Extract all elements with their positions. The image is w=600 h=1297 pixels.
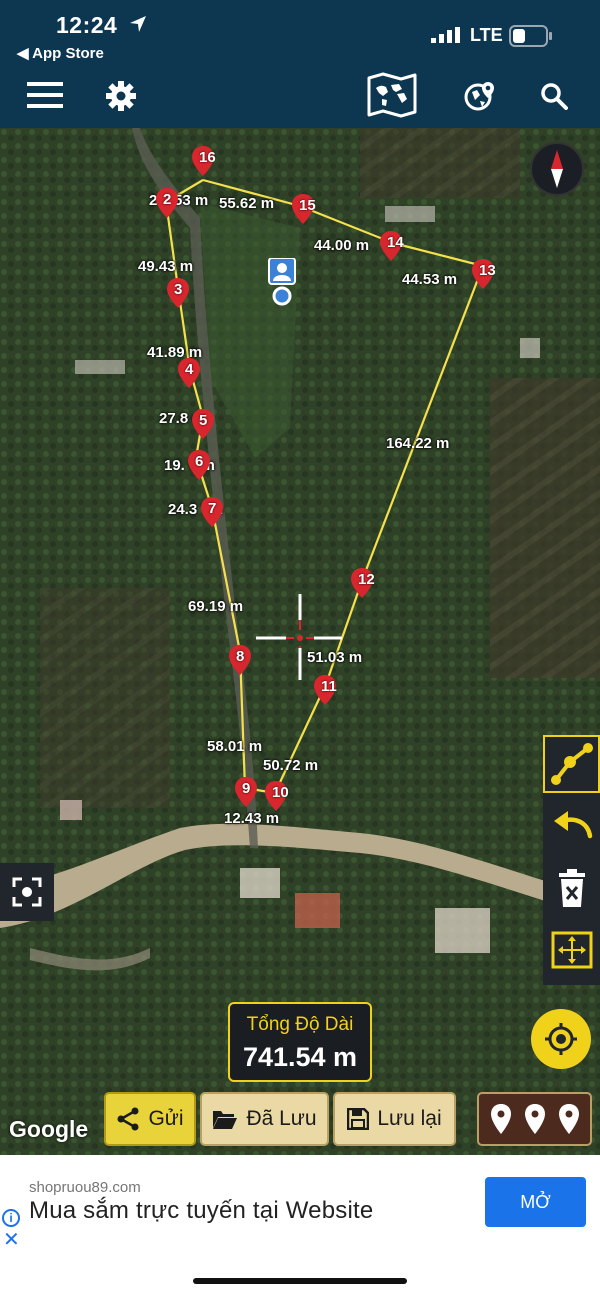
pin-number: 8	[236, 648, 245, 665]
undo-icon[interactable]	[543, 797, 600, 855]
delete-trash-icon[interactable]	[543, 859, 600, 917]
segment-length-label: 164.22 m	[386, 435, 450, 452]
send-label: Gửi	[148, 1107, 184, 1130]
map-marker-pin[interactable]: 9	[235, 777, 257, 807]
back-to-app-store-link[interactable]: ◀ App Store	[17, 44, 104, 62]
battery-icon	[509, 25, 552, 47]
share-icon	[117, 1107, 139, 1131]
home-indicator[interactable]	[193, 1278, 407, 1284]
pin-number: 2	[163, 191, 172, 208]
map-marker-pin[interactable]: 6	[188, 450, 210, 480]
segment-length-label: 44.00 m	[314, 237, 370, 254]
ad-title[interactable]: Mua sắm trực tuyến tại Website	[29, 1197, 373, 1225]
map-marker-pin[interactable]: 10	[265, 781, 289, 811]
total-length-label: Tổng Độ Dài	[246, 1014, 354, 1035]
map-marker-pin[interactable]: 5	[192, 409, 214, 439]
search-icon[interactable]	[539, 81, 569, 111]
pin-number: 14	[387, 234, 404, 251]
location-arrow-icon	[130, 16, 146, 32]
pin-number: 10	[272, 784, 289, 801]
cellular-signal-icon	[431, 27, 460, 43]
save-button[interactable]: Lưu lại	[333, 1092, 456, 1146]
segment-length-label: 69.19 m	[188, 598, 244, 615]
pin-number: 11	[321, 678, 337, 695]
ad-domain: shopruou89.com	[29, 1179, 141, 1196]
saved-label: Đã Lưu	[246, 1107, 317, 1130]
total-length-panel: Tổng Độ Dài 741.54 m	[228, 1002, 372, 1082]
segment-length-label: 12.43 m	[224, 810, 280, 827]
segment-length-label: 49.43 m	[138, 258, 194, 275]
segment-length-label: 44.53 m	[402, 271, 458, 288]
send-button[interactable]: Gửi	[104, 1092, 196, 1146]
segment-length-label: 51.03 m	[307, 649, 363, 666]
segment-length-label: 58.01 m	[207, 738, 263, 755]
pin-number: 7	[208, 500, 217, 517]
pin-number: 13	[479, 262, 496, 279]
ad-close-icon[interactable]: ✕	[3, 1227, 20, 1252]
total-length-value: 741.54 m	[242, 1042, 358, 1072]
pin-number: 3	[174, 281, 183, 298]
map-imagery	[0, 128, 600, 1155]
map-marker-pin[interactable]: 11	[314, 675, 337, 705]
save-label: Lưu lại	[377, 1107, 442, 1130]
ad-info-icon[interactable]: i	[2, 1209, 20, 1227]
ad-banner[interactable]: shopruou89.com Mua sắm trực tuyến tại We…	[0, 1155, 600, 1252]
pin-number: 12	[358, 571, 375, 588]
pin-number: 4	[185, 361, 194, 378]
pin-number: 15	[299, 197, 316, 214]
compass-icon[interactable]	[530, 142, 584, 196]
measure-tools-panel	[543, 735, 600, 985]
google-attribution: Google	[9, 1116, 89, 1142]
network-type: LTE	[470, 25, 503, 45]
world-map-icon[interactable]	[365, 71, 419, 119]
markers-toggle-button[interactable]	[477, 1092, 592, 1146]
screenshot-scan-icon[interactable]	[0, 863, 54, 921]
segment-length-label: 55.62 m	[219, 195, 275, 212]
map-marker-pin[interactable]: 7	[201, 497, 223, 527]
segment-length-label: 50.72 m	[263, 757, 319, 774]
map-marker-pin[interactable]: 16	[192, 146, 216, 176]
satellite-map[interactable]: 2 2.53 m 55.62 m 44.00 m 44.53 m 49.43 m…	[0, 128, 600, 1155]
pin-number: 5	[199, 412, 208, 429]
floppy-save-icon	[347, 1108, 370, 1130]
my-location-button[interactable]	[531, 1009, 591, 1069]
status-time: 12:24	[56, 12, 118, 38]
globe-pin-icon[interactable]	[463, 79, 497, 113]
gear-icon[interactable]	[104, 79, 138, 113]
ad-open-button[interactable]: MỞ	[485, 1177, 586, 1227]
map-marker-pin[interactable]: 14	[380, 231, 404, 261]
map-marker-pin[interactable]: 12	[351, 568, 375, 598]
map-marker-pin[interactable]: 15	[292, 194, 316, 224]
map-marker-pin[interactable]: 3	[167, 278, 189, 308]
map-marker-pin[interactable]: 4	[178, 358, 200, 388]
pin-number: 6	[195, 453, 204, 470]
polyline-tool-icon[interactable]	[543, 735, 600, 793]
status-bar: 12:24 ◀ App Store LTE	[0, 0, 600, 62]
pin-number: 9	[242, 780, 251, 797]
map-marker-pin[interactable]: 8	[229, 645, 251, 675]
map-marker-pin[interactable]: 13	[472, 259, 496, 289]
app-toolbar	[0, 62, 600, 128]
map-marker-pin[interactable]: 2	[156, 188, 178, 218]
map-pins-icon	[490, 1104, 579, 1134]
hamburger-menu-icon[interactable]	[26, 79, 64, 111]
folder-icon	[213, 1111, 238, 1129]
user-location-icon	[268, 258, 296, 306]
crosshair-location-icon	[545, 1023, 577, 1055]
pin-number: 16	[199, 149, 216, 166]
fit-to-screen-icon[interactable]	[543, 921, 600, 979]
saved-button[interactable]: Đã Lưu	[200, 1092, 329, 1146]
